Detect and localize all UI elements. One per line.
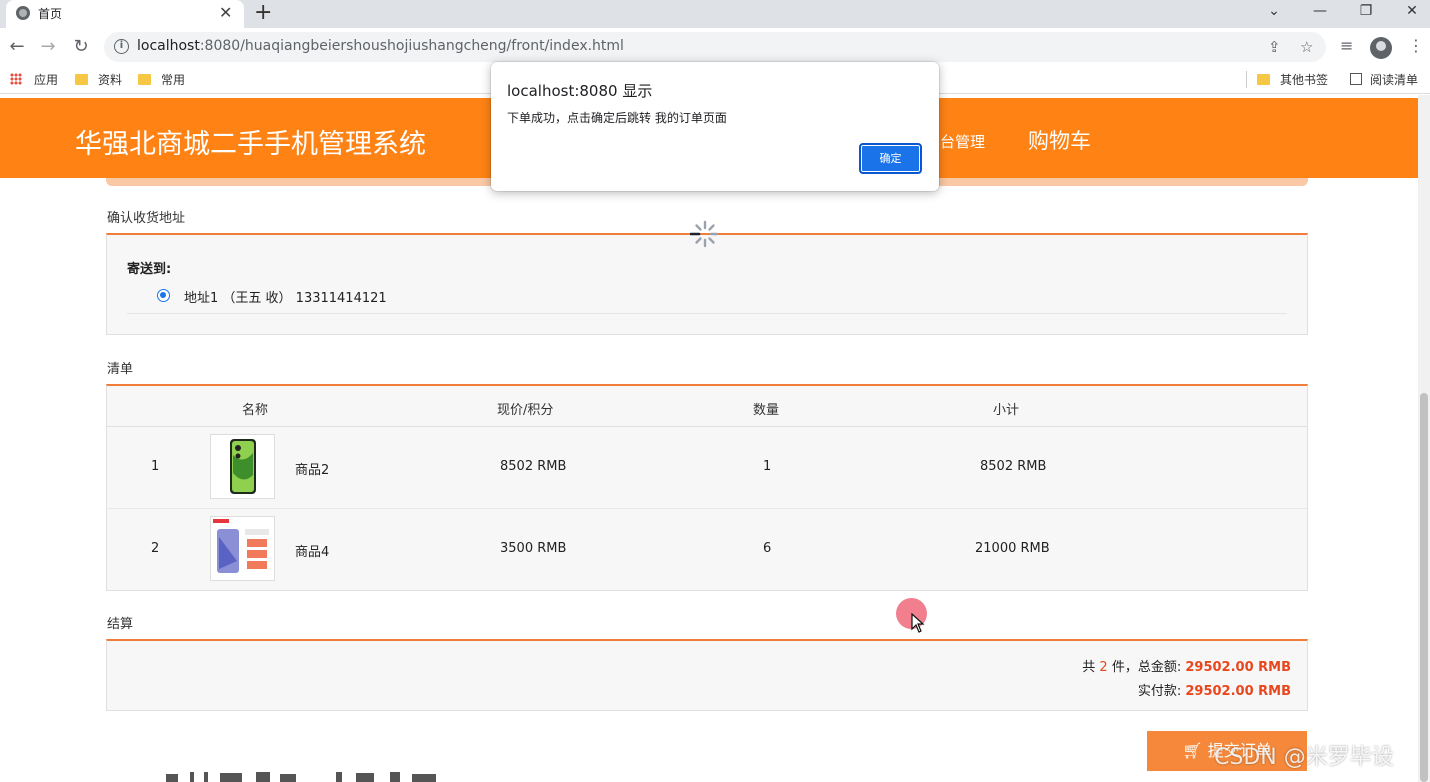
product-price: 8502 RMB: [500, 459, 567, 474]
watermark: CSDN @米罗毕设: [1214, 745, 1394, 770]
total-amount: 29502.00 RMB: [1185, 660, 1291, 675]
list-section-label: 清单: [107, 362, 134, 377]
browser-tab-strip: 首页 ✕ + ⌄ — ❐ ✕: [0, 0, 1430, 28]
share-icon[interactable]: ⇪: [1268, 38, 1281, 56]
bookmark-folder-resources[interactable]: 资料: [75, 71, 122, 88]
restore-button[interactable]: ❐: [1346, 0, 1386, 24]
item-count: 2: [1099, 660, 1108, 675]
product-subtotal: 21000 RMB: [975, 541, 1050, 556]
phone-image-icon: [213, 519, 269, 573]
cart-icon: 🛒︎: [1182, 741, 1208, 760]
page-scrollbar[interactable]: [1418, 95, 1430, 782]
column-header-subtotal: 小计: [993, 403, 1020, 418]
product-thumbnail[interactable]: [210, 434, 275, 499]
reload-icon[interactable]: ↻: [70, 36, 92, 58]
loading-spinner-icon: [690, 220, 719, 248]
address-bar[interactable]: i localhost:8080/huaqiangbeiershoushojiu…: [104, 32, 1326, 62]
paid-summary: 实付款: 29502.00 RMB: [1137, 684, 1291, 699]
settlement-section-label: 结算: [107, 617, 134, 632]
browser-tab[interactable]: 首页 ✕: [6, 0, 244, 28]
total-summary: 共 2 件，总金额: 29502.00 RMB: [1082, 660, 1291, 675]
product-quantity: 6: [763, 541, 772, 556]
bookmark-other[interactable]: 其他书签: [1257, 71, 1328, 88]
back-arrow-icon[interactable]: ←: [6, 36, 28, 58]
forward-arrow-icon[interactable]: →: [37, 36, 59, 58]
tab-search-icon[interactable]: ⌄: [1254, 0, 1294, 24]
settlement-panel: 共 2 件，总金额: 29502.00 RMB 实付款: 29502.00 RM…: [106, 639, 1308, 711]
product-quantity: 1: [763, 459, 772, 474]
product-subtotal: 8502 RMB: [980, 459, 1047, 474]
folder-icon: [1257, 74, 1270, 85]
table-row: 2 商品4 3500 RMB 6 21000 RMB: [107, 508, 1307, 589]
bookmark-folder-common[interactable]: 常用: [138, 71, 185, 88]
ship-to-label: 寄送到:: [127, 262, 172, 277]
table-row: 1 商品2 8502 RMB 1 8502 RMB: [107, 427, 1307, 508]
partial-text-below-fold: [166, 772, 436, 782]
tab-close-icon[interactable]: ✕: [219, 3, 232, 23]
browser-menu-icon[interactable]: ⋮: [1408, 36, 1424, 55]
order-items-table: 名称 现价/积分 数量 小计 1 商品2 8502 RMB 1 8502 RMB…: [106, 384, 1308, 591]
nav-admin-link[interactable]: 台管理: [940, 131, 985, 152]
media-controls-icon[interactable]: ≡: [1340, 36, 1353, 55]
mouse-pointer-icon: [911, 613, 925, 633]
folder-icon: [138, 74, 151, 85]
page-viewport: 华强北商城二手手机管理系统 台管理 购物车 确认收货地址 寄送到: 地址1 （王…: [0, 95, 1430, 782]
window-close-button[interactable]: ✕: [1392, 0, 1430, 24]
site-title: 华强北商城二手手机管理系统: [75, 129, 426, 160]
bookmark-reading-list[interactable]: 阅读清单: [1350, 71, 1418, 88]
nav-cart-link[interactable]: 购物车: [1028, 125, 1091, 155]
alert-dialog: localhost:8080 显示 下单成功，点击确定后跳转 我的订单页面 确定: [491, 62, 939, 191]
site-info-icon[interactable]: i: [114, 39, 129, 54]
minimize-button[interactable]: —: [1300, 0, 1340, 24]
profile-avatar[interactable]: [1370, 37, 1392, 59]
address-section-label: 确认收货地址: [107, 211, 186, 226]
browser-toolbar: ← → ↻ i localhost:8080/huaqiangbeiershou…: [0, 28, 1430, 66]
product-thumbnail[interactable]: [210, 516, 275, 581]
bookmarks-divider: [1246, 71, 1247, 88]
row-index: 2: [151, 541, 160, 556]
scrollbar-thumb[interactable]: [1420, 393, 1428, 782]
address-radio[interactable]: [157, 289, 170, 302]
tab-title: 首页: [38, 7, 63, 21]
column-header-name: 名称: [242, 403, 269, 418]
globe-icon: [16, 6, 30, 20]
apps-grid-icon: [10, 73, 22, 85]
divider: [127, 313, 1287, 314]
bookmark-star-icon[interactable]: ☆: [1300, 38, 1313, 56]
folder-icon: [75, 74, 88, 85]
phone-image-icon: [230, 439, 256, 494]
dialog-ok-button[interactable]: 确定: [859, 143, 922, 174]
product-name[interactable]: 商品2: [295, 459, 329, 478]
row-index: 1: [151, 459, 160, 474]
column-header-quantity: 数量: [753, 403, 780, 418]
paid-amount: 29502.00 RMB: [1185, 684, 1291, 699]
product-price: 3500 RMB: [500, 541, 567, 556]
dialog-message: 下单成功，点击确定后跳转 我的订单页面: [507, 111, 727, 125]
bookmark-apps[interactable]: 应用: [10, 71, 58, 88]
reading-list-icon: [1350, 73, 1362, 85]
address-option-label[interactable]: 地址1 （王五 收） 13311414121: [184, 287, 387, 306]
dialog-title: localhost:8080 显示: [507, 82, 653, 100]
new-tab-button[interactable]: +: [254, 1, 272, 25]
column-header-price: 现价/积分: [497, 403, 554, 418]
url-text[interactable]: localhost:8080/huaqiangbeiershoushojiush…: [137, 38, 624, 54]
product-name[interactable]: 商品4: [295, 541, 329, 560]
